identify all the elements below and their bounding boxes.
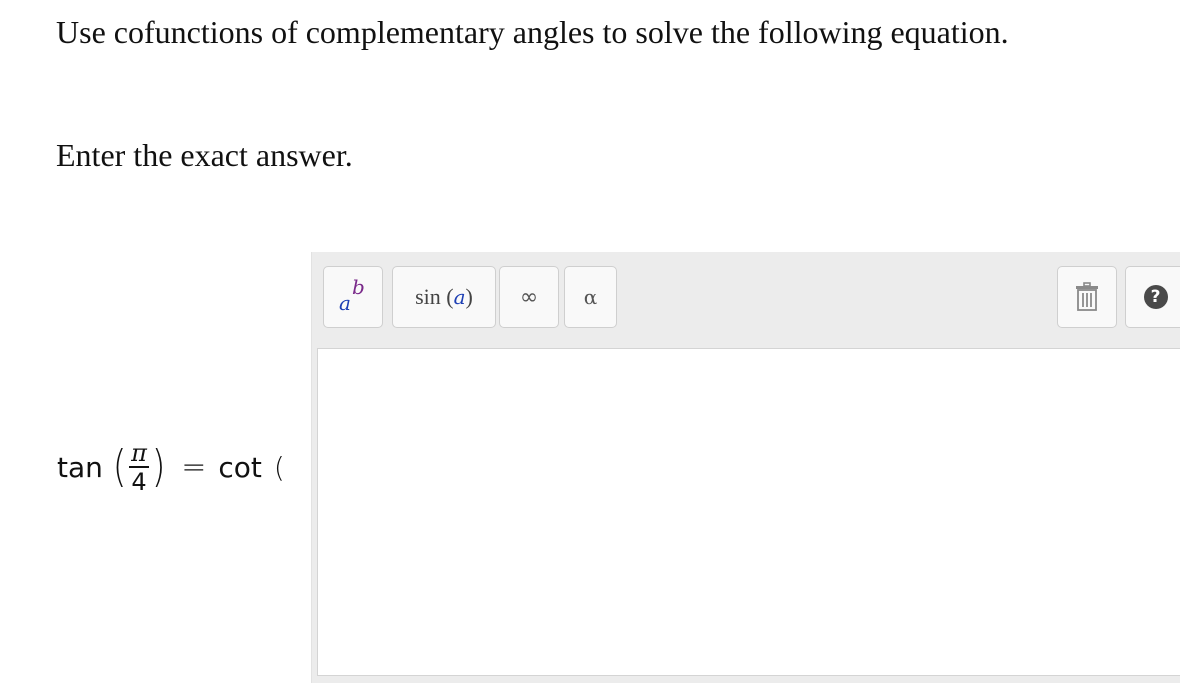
function-label: sin (a) (415, 284, 473, 310)
function-button[interactable]: sin (a) (392, 266, 496, 328)
question-instruction: Use cofunctions of complementary angles … (56, 14, 1009, 50)
equation: tan ( π 4 ) = cot ( (57, 437, 285, 497)
exponent-button[interactable]: a b (323, 266, 383, 328)
infinity-icon: ∞ (519, 284, 539, 310)
right-open-paren: ( (273, 450, 285, 484)
exponent-base: a (339, 291, 351, 315)
cot-function: cot (218, 450, 262, 484)
fraction-denominator: 4 (131, 467, 147, 496)
infinity-button[interactable]: ∞ (499, 266, 559, 328)
fraction-numerator: π (131, 438, 147, 467)
help-button[interactable]: ? (1125, 266, 1180, 328)
exponent-power: b (352, 275, 365, 299)
equals-sign: = (181, 449, 207, 485)
function-suffix: ) (465, 284, 473, 309)
math-toolbar: a b sin (a) ∞ α ? (312, 252, 1180, 348)
left-close-paren: ) (151, 441, 166, 492)
function-prefix: sin ( (415, 284, 454, 309)
math-editor: a b sin (a) ∞ α ? (311, 252, 1180, 683)
answer-input[interactable] (317, 348, 1180, 676)
help-icon: ? (1143, 285, 1168, 309)
fraction-pi-over-4: π 4 (129, 438, 150, 496)
function-argument: a (453, 285, 466, 309)
left-open-paren: ( (112, 441, 127, 492)
tan-function: tan (57, 450, 103, 484)
trash-icon (1076, 282, 1098, 311)
question-prompt: Enter the exact answer. (56, 137, 353, 173)
greek-letters-button[interactable]: α (564, 266, 617, 328)
alpha-icon: α (583, 285, 598, 309)
clear-button[interactable] (1057, 266, 1117, 328)
exponent-icon: a b (333, 275, 373, 317)
